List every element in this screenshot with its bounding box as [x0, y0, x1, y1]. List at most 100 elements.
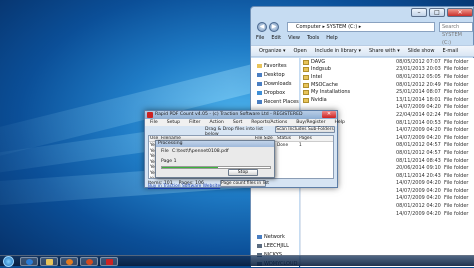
file-name: My Installations: [301, 89, 396, 96]
rapid-menu-item[interactable]: Filter: [189, 119, 200, 126]
rapid-menu-item[interactable]: Buy/Register: [296, 119, 325, 126]
menu-item-file[interactable]: File: [256, 35, 264, 43]
file-row[interactable]: Nvidia 13/11/2014 18:01 File folder: [301, 96, 474, 104]
stop-button[interactable]: Stop: [228, 169, 258, 176]
buy-link[interactable]: Buy in Traction Software Website: [148, 184, 220, 189]
taskbar-explorer-icon[interactable]: [40, 257, 58, 266]
taskbar-ie-icon[interactable]: [20, 257, 38, 266]
folder-icon: [303, 97, 309, 103]
file-date: 13/11/2014 18:01: [396, 96, 441, 103]
maximize-button[interactable]: □: [429, 8, 445, 17]
file-type: File folder: [444, 149, 469, 156]
file-type: File folder: [444, 119, 469, 126]
menu-item-view[interactable]: View: [288, 35, 300, 43]
nav-item[interactable]: Favorites: [251, 61, 299, 70]
file-date: 14/07/2009 04:20: [396, 104, 441, 111]
nav-item[interactable]: LEECHJILL: [251, 241, 299, 250]
folder-icon: [303, 67, 309, 73]
folder-icon: [257, 63, 262, 68]
toolbar-item[interactable]: Share with ▾: [369, 48, 400, 54]
file-date: 25/01/2014 08:07: [396, 89, 441, 96]
menu-item-edit[interactable]: Edit: [271, 35, 281, 43]
rapid-menu-item[interactable]: Reports/Actions: [251, 119, 287, 126]
file-name: MSOCache: [301, 82, 396, 88]
rapid-close-button[interactable]: ✕: [322, 111, 336, 118]
folder-icon: [257, 81, 262, 86]
rapid-menu: File Setup Filter Action Sort Reports/Actions…: [145, 119, 345, 126]
file-date: 14/07/2009 04:20: [396, 195, 441, 202]
menu-item-help[interactable]: Help: [326, 35, 337, 43]
toolbar-item[interactable]: E-mail: [442, 48, 458, 54]
file-name: DAVG: [301, 59, 396, 65]
file-type: File folder: [444, 157, 469, 164]
rapid-menu-item[interactable]: Help: [334, 119, 344, 126]
toolbar-item[interactable]: Include in library ▾: [315, 48, 361, 54]
nav-item-label: Downloads: [264, 80, 292, 87]
file-date: 08/01/2012 20:49: [396, 81, 441, 88]
explorer-titlebar[interactable]: – □ ✕: [251, 7, 473, 21]
nav-item[interactable]: Dropbox: [251, 88, 299, 97]
file-date: 23/01/2013 20:03: [396, 66, 441, 73]
file-row[interactable]: 14/07/2009 04:20 File folder: [301, 187, 474, 195]
column-header[interactable]: Pages: [299, 136, 329, 141]
file-row[interactable]: 08/01/2012 04:20 File folder: [301, 202, 474, 210]
nav-item[interactable]: Recent Places: [251, 97, 299, 106]
nav-item-label: Recent Places: [264, 98, 299, 105]
nav-item[interactable]: Downloads: [251, 79, 299, 88]
file-name: Indgsub: [301, 66, 396, 73]
file-date: 14/07/2009 04:20: [396, 134, 441, 141]
rapid-menu-item[interactable]: Setup: [167, 119, 180, 126]
file-row[interactable]: 14/07/2009 04:20 File folder: [301, 210, 474, 218]
taskbar-pdf-icon[interactable]: [100, 257, 118, 266]
rapid-menu-item[interactable]: Action: [209, 119, 223, 126]
folder-icon: [257, 234, 262, 239]
rapid-menu-item[interactable]: File: [150, 119, 158, 126]
nav-item: [251, 187, 299, 196]
file-row[interactable]: DAVG 08/05/2012 07:07 File folder: [301, 58, 474, 66]
rapid-menu-item[interactable]: Sort: [233, 119, 242, 126]
menu-item-tools[interactable]: Tools: [307, 35, 319, 43]
nav-item-label: Favorites: [264, 62, 287, 69]
file-row[interactable]: MSOCache 08/01/2012 20:49 File folder: [301, 81, 474, 89]
file-type: File folder: [444, 96, 469, 103]
taskbar-firefox-icon[interactable]: [80, 257, 98, 266]
forward-button[interactable]: ▶: [269, 22, 279, 32]
nav-item[interactable]: Desktop: [251, 70, 299, 79]
file-type: File folder: [444, 210, 469, 217]
cell-pages: [299, 176, 329, 178]
cell-status: [277, 176, 299, 178]
processing-file-label: File: [161, 149, 169, 154]
file-row[interactable]: My Installations 25/01/2014 08:07 File fol…: [301, 88, 474, 96]
pdf-app-icon: [147, 112, 153, 118]
address-bar[interactable]: Computer ▸ SYSTEM (C:) ▸: [287, 22, 435, 32]
file-type: File folder: [444, 134, 469, 141]
file-row[interactable]: Intel 08/01/2012 05:05 File folder: [301, 73, 474, 81]
nav-item: [251, 223, 299, 232]
toolbar-item[interactable]: Open: [294, 48, 307, 54]
page-count-button[interactable]: Page count files in list: [220, 180, 269, 187]
column-header[interactable]: Status: [277, 136, 299, 141]
progress-fill: [162, 167, 219, 168]
file-row[interactable]: Indgsub 23/01/2013 20:03 File folder: [301, 66, 474, 74]
folder-icon: [303, 82, 309, 88]
file-date: 08/11/2014 20:43: [396, 172, 441, 179]
back-button[interactable]: ◀: [257, 22, 267, 32]
rapid-titlebar[interactable]: Rapid PDF Count v4.05 - (c) Traction Sof…: [145, 111, 337, 119]
file-date: 08/01/2012 04:20: [396, 203, 441, 210]
processing-title: Processing: [156, 141, 274, 147]
taskbar-media-icon[interactable]: [60, 257, 78, 266]
scan-subfolders-button[interactable]: Scan Includes Sub-Folders: [275, 126, 335, 133]
search-input[interactable]: Search SYSTEM (C:): [439, 22, 473, 46]
toolbar-item[interactable]: Slide show: [408, 48, 435, 54]
rapid-title: Rapid PDF Count v4.05 - (c) Traction Sof…: [155, 112, 303, 117]
nav-item[interactable]: Network: [251, 232, 299, 241]
start-button[interactable]: [3, 256, 14, 267]
close-button[interactable]: ✕: [447, 8, 473, 17]
nav-item: [251, 214, 299, 223]
file-type: File folder: [444, 58, 469, 65]
folder-icon: [303, 74, 309, 80]
toolbar-item[interactable]: Organize ▾: [259, 48, 286, 54]
file-row[interactable]: 14/07/2009 04:20 File folder: [301, 195, 474, 203]
taskbar: [0, 255, 474, 267]
minimize-button[interactable]: –: [411, 8, 427, 17]
